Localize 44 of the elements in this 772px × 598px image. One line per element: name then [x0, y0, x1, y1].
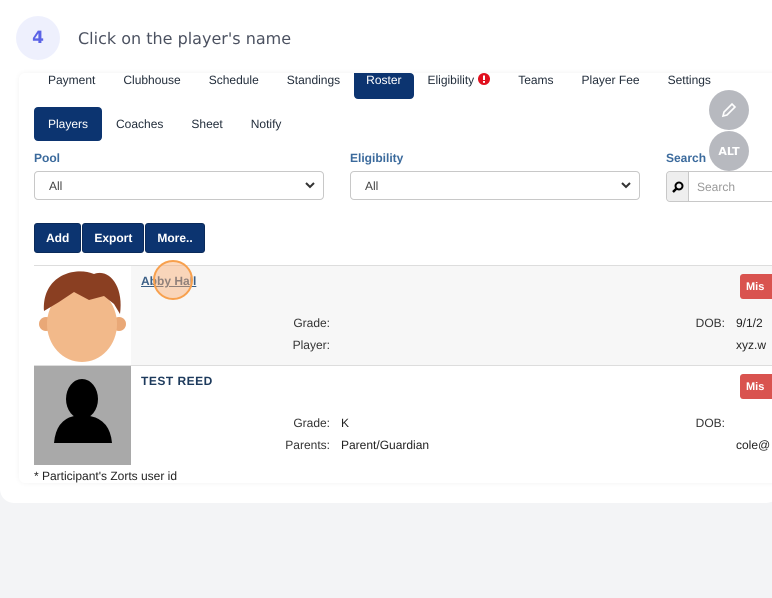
search-label: Search — [666, 151, 706, 165]
search-button[interactable] — [667, 172, 689, 201]
status-button[interactable]: Mis — [740, 274, 772, 299]
nav-tab[interactable]: Schedule — [194, 73, 273, 89]
status-button[interactable]: Mis — [740, 374, 772, 399]
nav-tab[interactable]: Eligibility — [414, 73, 504, 89]
field-value: 9/1/2 — [736, 316, 764, 330]
sub-tab[interactable]: Sheet — [177, 107, 237, 141]
action-button[interactable]: Export — [82, 223, 144, 253]
search-field[interactable]: Search — [666, 171, 772, 202]
footnote: * Participant's Zorts user id — [33, 468, 178, 483]
nav-tab[interactable]: Standings — [272, 73, 354, 89]
sub-tab[interactable]: Players — [34, 107, 102, 141]
search-icon — [672, 180, 684, 192]
action-button[interactable]: Add — [34, 223, 82, 253]
field-label: Grade: — [292, 316, 330, 330]
nav-tab[interactable]: Player Fee — [568, 73, 654, 89]
step-number: 4 — [16, 16, 60, 60]
nav-tab[interactable]: Roster — [354, 73, 414, 99]
field-value: K — [341, 416, 350, 430]
action-button[interactable]: More.. — [145, 223, 205, 253]
step-title: Click on the player's name — [78, 28, 292, 48]
filter-label: Eligibility — [350, 151, 404, 165]
filter-select[interactable]: All — [34, 171, 324, 200]
pencil-icon — [720, 101, 738, 119]
field-label: DOB: — [694, 416, 725, 430]
filter-label: Pool — [34, 151, 60, 165]
nav-tab[interactable]: Settings — [654, 73, 725, 89]
sub-tab[interactable]: Notify — [236, 107, 296, 141]
nav-tab[interactable]: Teams — [504, 73, 568, 89]
filter-select[interactable]: All — [350, 171, 640, 200]
nav-tab[interactable]: Clubhouse — [109, 73, 195, 89]
field-value: xyz.w — [736, 338, 767, 352]
field-value: Parent/Guardian — [341, 438, 430, 452]
field-value: cole@ — [736, 438, 772, 452]
chevron-down-icon — [305, 182, 315, 189]
chevron-down-icon — [621, 182, 631, 189]
sub-tab[interactable]: Coaches — [102, 107, 178, 141]
field-label: Player: — [292, 338, 330, 352]
player-name-link[interactable]: TEST REED — [141, 374, 213, 388]
field-label: DOB: — [694, 316, 725, 330]
nav-tab[interactable]: Payment — [34, 73, 110, 89]
field-label: Parents: — [284, 438, 330, 452]
field-label: Grade: — [292, 416, 330, 430]
